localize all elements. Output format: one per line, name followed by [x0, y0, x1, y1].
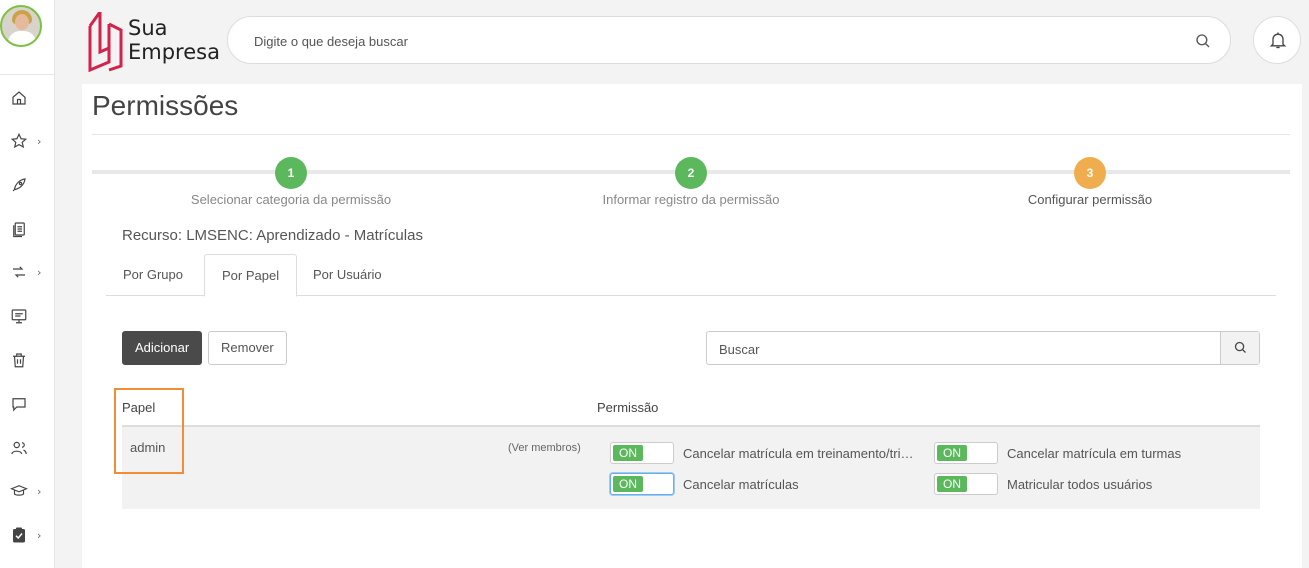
- permission-item: ON Cancelar matrícula em turmas: [934, 442, 1181, 464]
- permission-toggle[interactable]: ON: [934, 442, 998, 464]
- sidebar-item-presentations[interactable]: [0, 300, 55, 332]
- sidebar: › › › ›: [0, 0, 55, 568]
- step-3[interactable]: 3 Configurar permissão: [890, 157, 1290, 207]
- chevron-right-icon: ›: [37, 134, 42, 148]
- chevron-right-icon: ›: [37, 528, 42, 542]
- sidebar-item-launch[interactable]: [0, 169, 55, 201]
- sidebar-item-trash[interactable]: [0, 344, 55, 376]
- toggle-state: ON: [937, 476, 967, 492]
- star-icon: [10, 132, 28, 149]
- users-icon: [11, 441, 27, 455]
- table-row: [122, 427, 1260, 509]
- permission-label: Cancelar matrícula em treinamento/tri…: [683, 445, 914, 461]
- role-search-button[interactable]: [1220, 332, 1259, 364]
- toggle-state: ON: [613, 445, 643, 461]
- chevron-right-icon: ›: [37, 265, 42, 279]
- search-icon: [1234, 341, 1246, 353]
- permission-item: ON Cancelar matrículas: [610, 473, 799, 495]
- step-1[interactable]: 1 Selecionar categoria da permissão: [91, 157, 491, 207]
- tab-por-grupo[interactable]: Por Grupo: [106, 254, 200, 296]
- step-2-number: 2: [675, 157, 707, 189]
- presentation-icon: [11, 309, 27, 324]
- rocket-icon: [12, 178, 26, 192]
- remove-button[interactable]: Remover: [208, 331, 287, 365]
- bell-icon: [1269, 32, 1287, 49]
- brand-line-1: Sua: [128, 16, 168, 40]
- tab-por-usuario[interactable]: Por Usuário: [296, 254, 399, 296]
- step-1-label: Selecionar categoria da permissão: [190, 192, 392, 207]
- view-members-link[interactable]: (Ver membros): [508, 442, 581, 454]
- sidebar-item-documents[interactable]: [0, 213, 55, 245]
- step-3-label: Configurar permissão: [1027, 192, 1153, 207]
- sidebar-item-integrations[interactable]: ›: [0, 256, 55, 288]
- brand-line-2: Empresa: [128, 40, 220, 64]
- permission-toggle[interactable]: ON: [610, 473, 674, 495]
- permission-tabs: Por Grupo Por Papel Por Usuário: [106, 254, 1276, 297]
- permission-toggle[interactable]: ON: [934, 473, 998, 495]
- global-search-placeholder: Digite o que deseja buscar: [254, 34, 408, 49]
- sidebar-item-users[interactable]: [0, 432, 55, 464]
- documents-icon: [13, 222, 25, 238]
- global-search-input[interactable]: Digite o que deseja buscar: [227, 16, 1231, 64]
- permission-toggle[interactable]: ON: [610, 442, 674, 464]
- chevron-right-icon: ›: [37, 484, 42, 498]
- sidebar-item-tasks[interactable]: ›: [0, 519, 55, 551]
- page-title: Permissões: [92, 90, 239, 121]
- trash-icon: [13, 353, 25, 368]
- step-1-number: 1: [275, 157, 307, 189]
- title-divider: [92, 134, 1290, 135]
- notifications-button[interactable]: [1253, 16, 1301, 64]
- toggle-state: ON: [937, 445, 967, 461]
- avatar[interactable]: [0, 5, 42, 47]
- permission-label: Matricular todos usuários: [1007, 476, 1153, 492]
- role-search-input[interactable]: Buscar: [706, 331, 1260, 365]
- role-search-placeholder: Buscar: [719, 342, 760, 357]
- sidebar-divider: [0, 74, 55, 75]
- toggle-state: ON: [613, 476, 643, 492]
- permission-item: ON Cancelar matrícula em treinamento/tri…: [610, 442, 913, 464]
- sidebar-item-favorites[interactable]: ›: [0, 125, 55, 157]
- permission-label: Cancelar matrículas: [683, 476, 799, 492]
- main-content: Permissões 1 Selecionar categoria da per…: [82, 84, 1302, 568]
- search-icon[interactable]: [1194, 32, 1212, 50]
- permission-item: ON Matricular todos usuários: [934, 473, 1152, 495]
- arrows-icon: [13, 266, 25, 278]
- tab-por-papel[interactable]: Por Papel: [204, 254, 298, 297]
- clipboard-check-icon: [13, 527, 25, 543]
- chat-icon: [12, 398, 26, 412]
- graduation-icon: [10, 485, 28, 496]
- column-header-permission: Permissão: [597, 400, 659, 415]
- sidebar-item-home[interactable]: [0, 82, 55, 114]
- add-button[interactable]: Adicionar: [122, 331, 203, 365]
- step-2[interactable]: 2 Informar registro da permissão: [491, 157, 891, 207]
- permission-label: Cancelar matrícula em turmas: [1007, 445, 1182, 461]
- resource-label: Recurso: LMSENC: Aprendizado - Matrícula…: [122, 227, 423, 244]
- home-icon: [12, 91, 26, 105]
- brand-name: Sua Empresa: [128, 16, 220, 64]
- sidebar-item-education[interactable]: ›: [0, 475, 55, 507]
- step-2-label: Informar registro da permissão: [602, 192, 780, 207]
- sidebar-item-messages[interactable]: [0, 388, 55, 420]
- role-column-highlight: [114, 388, 184, 474]
- step-3-number: 3: [1074, 157, 1106, 189]
